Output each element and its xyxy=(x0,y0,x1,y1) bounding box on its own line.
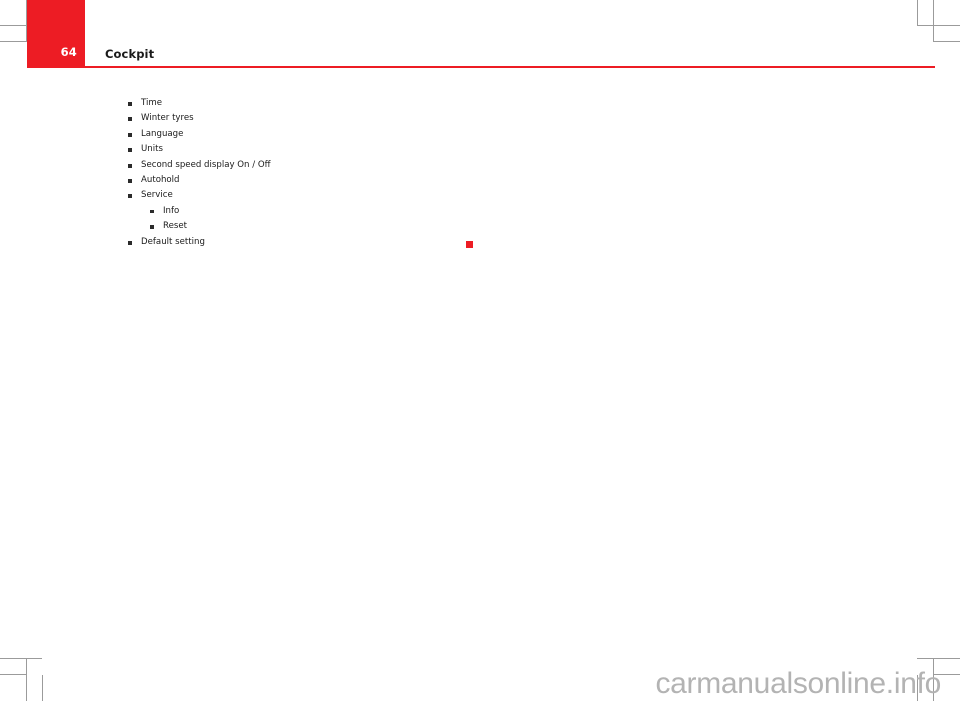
bullet-square-icon xyxy=(128,102,132,106)
bullet-square-icon xyxy=(128,178,132,183)
bullet-square-icon xyxy=(128,117,132,122)
list-item-label: Time xyxy=(141,98,163,108)
crop-mark-bottom-left-horizontal-outer xyxy=(0,658,42,659)
crop-mark-top-right-vertical-outer xyxy=(933,0,934,42)
bullet-square-icon xyxy=(128,148,132,153)
bullet-square-icon xyxy=(128,132,132,137)
watermark: carmanualsonline.info xyxy=(655,667,941,700)
list-item: Autohold xyxy=(0,173,960,188)
bullet-square-icon xyxy=(150,209,154,214)
list-item-label: Default setting xyxy=(141,236,205,247)
list-item: Second speed display On / Off xyxy=(0,158,960,173)
bullet-square-icon xyxy=(128,163,132,168)
crop-mark-top-right-vertical-inner xyxy=(917,0,918,26)
list-item-label: Reset xyxy=(163,221,188,232)
bullet-square-icon xyxy=(150,225,154,229)
list-item-label: Info xyxy=(163,205,180,216)
crop-mark-top-right-horizontal-outer xyxy=(917,25,960,26)
list-item: Units xyxy=(0,142,960,157)
list-item: Winter tyres xyxy=(0,111,960,126)
list-item: Service xyxy=(0,188,960,203)
list-item-label: Service xyxy=(141,190,173,201)
bullet-square-icon xyxy=(128,240,132,245)
crop-mark-top-left-horizontal-inner xyxy=(0,41,26,42)
list-item: Reset xyxy=(0,219,960,234)
content-area: Time Winter tyres Language Units Second … xyxy=(0,96,960,250)
page-sheet: 64 Cockpit Time Winter tyres Language Un… xyxy=(0,0,960,701)
list-item: Time xyxy=(0,96,960,111)
page-number: 64 xyxy=(60,45,77,59)
crop-mark-bottom-right-horizontal-outer xyxy=(917,658,960,659)
list-item-label: Second speed display On / Off xyxy=(141,159,271,170)
list-item: Default setting xyxy=(0,235,960,250)
list-item-label: Units xyxy=(141,144,163,155)
header-rule xyxy=(27,66,935,68)
list-item-label: Autohold xyxy=(141,174,180,185)
page-title: Cockpit xyxy=(105,47,155,61)
list-item: Language xyxy=(0,127,960,142)
settings-menu-list: Time Winter tyres Language Units Second … xyxy=(0,96,960,250)
continuation-square-icon xyxy=(466,241,473,248)
list-item-label: Language xyxy=(141,128,184,139)
list-item-label: Winter tyres xyxy=(141,113,194,124)
list-item: Info xyxy=(0,204,960,219)
bullet-square-icon xyxy=(128,194,132,199)
crop-mark-top-right-horizontal-inner xyxy=(933,41,960,42)
